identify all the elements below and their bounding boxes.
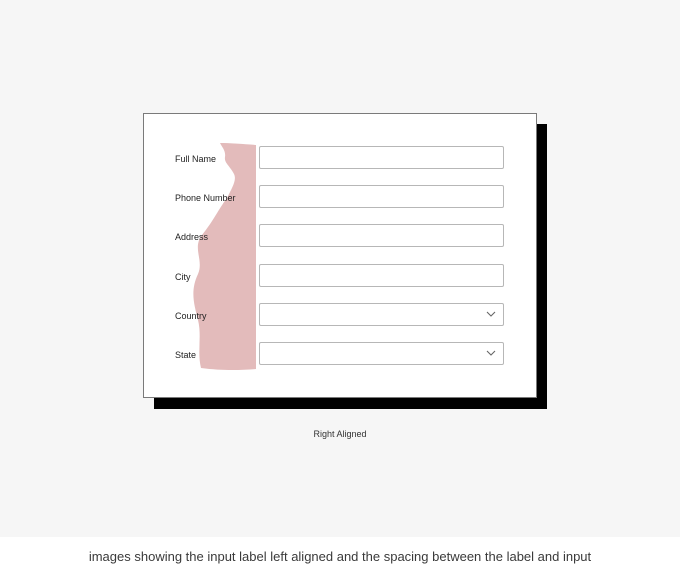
state-label: State xyxy=(175,350,197,360)
chevron-down-icon xyxy=(486,350,496,356)
form-card: Full Name Phone Number Address City Coun… xyxy=(143,113,537,398)
address-input[interactable] xyxy=(259,224,504,247)
country-label: Country xyxy=(175,311,207,321)
city-input[interactable] xyxy=(259,264,504,287)
full-name-input[interactable] xyxy=(259,146,504,169)
country-select[interactable] xyxy=(259,303,504,326)
city-label: City xyxy=(175,272,191,282)
illustration-area: Full Name Phone Number Address City Coun… xyxy=(0,0,680,537)
phone-number-input[interactable] xyxy=(259,185,504,208)
state-select[interactable] xyxy=(259,342,504,365)
address-label: Address xyxy=(175,232,209,242)
phone-number-label: Phone Number xyxy=(175,193,236,203)
chevron-down-icon xyxy=(486,311,496,317)
diagram-caption: Right Aligned xyxy=(313,429,367,439)
full-name-label: Full Name xyxy=(175,154,217,164)
image-description: images showing the input label left alig… xyxy=(88,549,592,564)
